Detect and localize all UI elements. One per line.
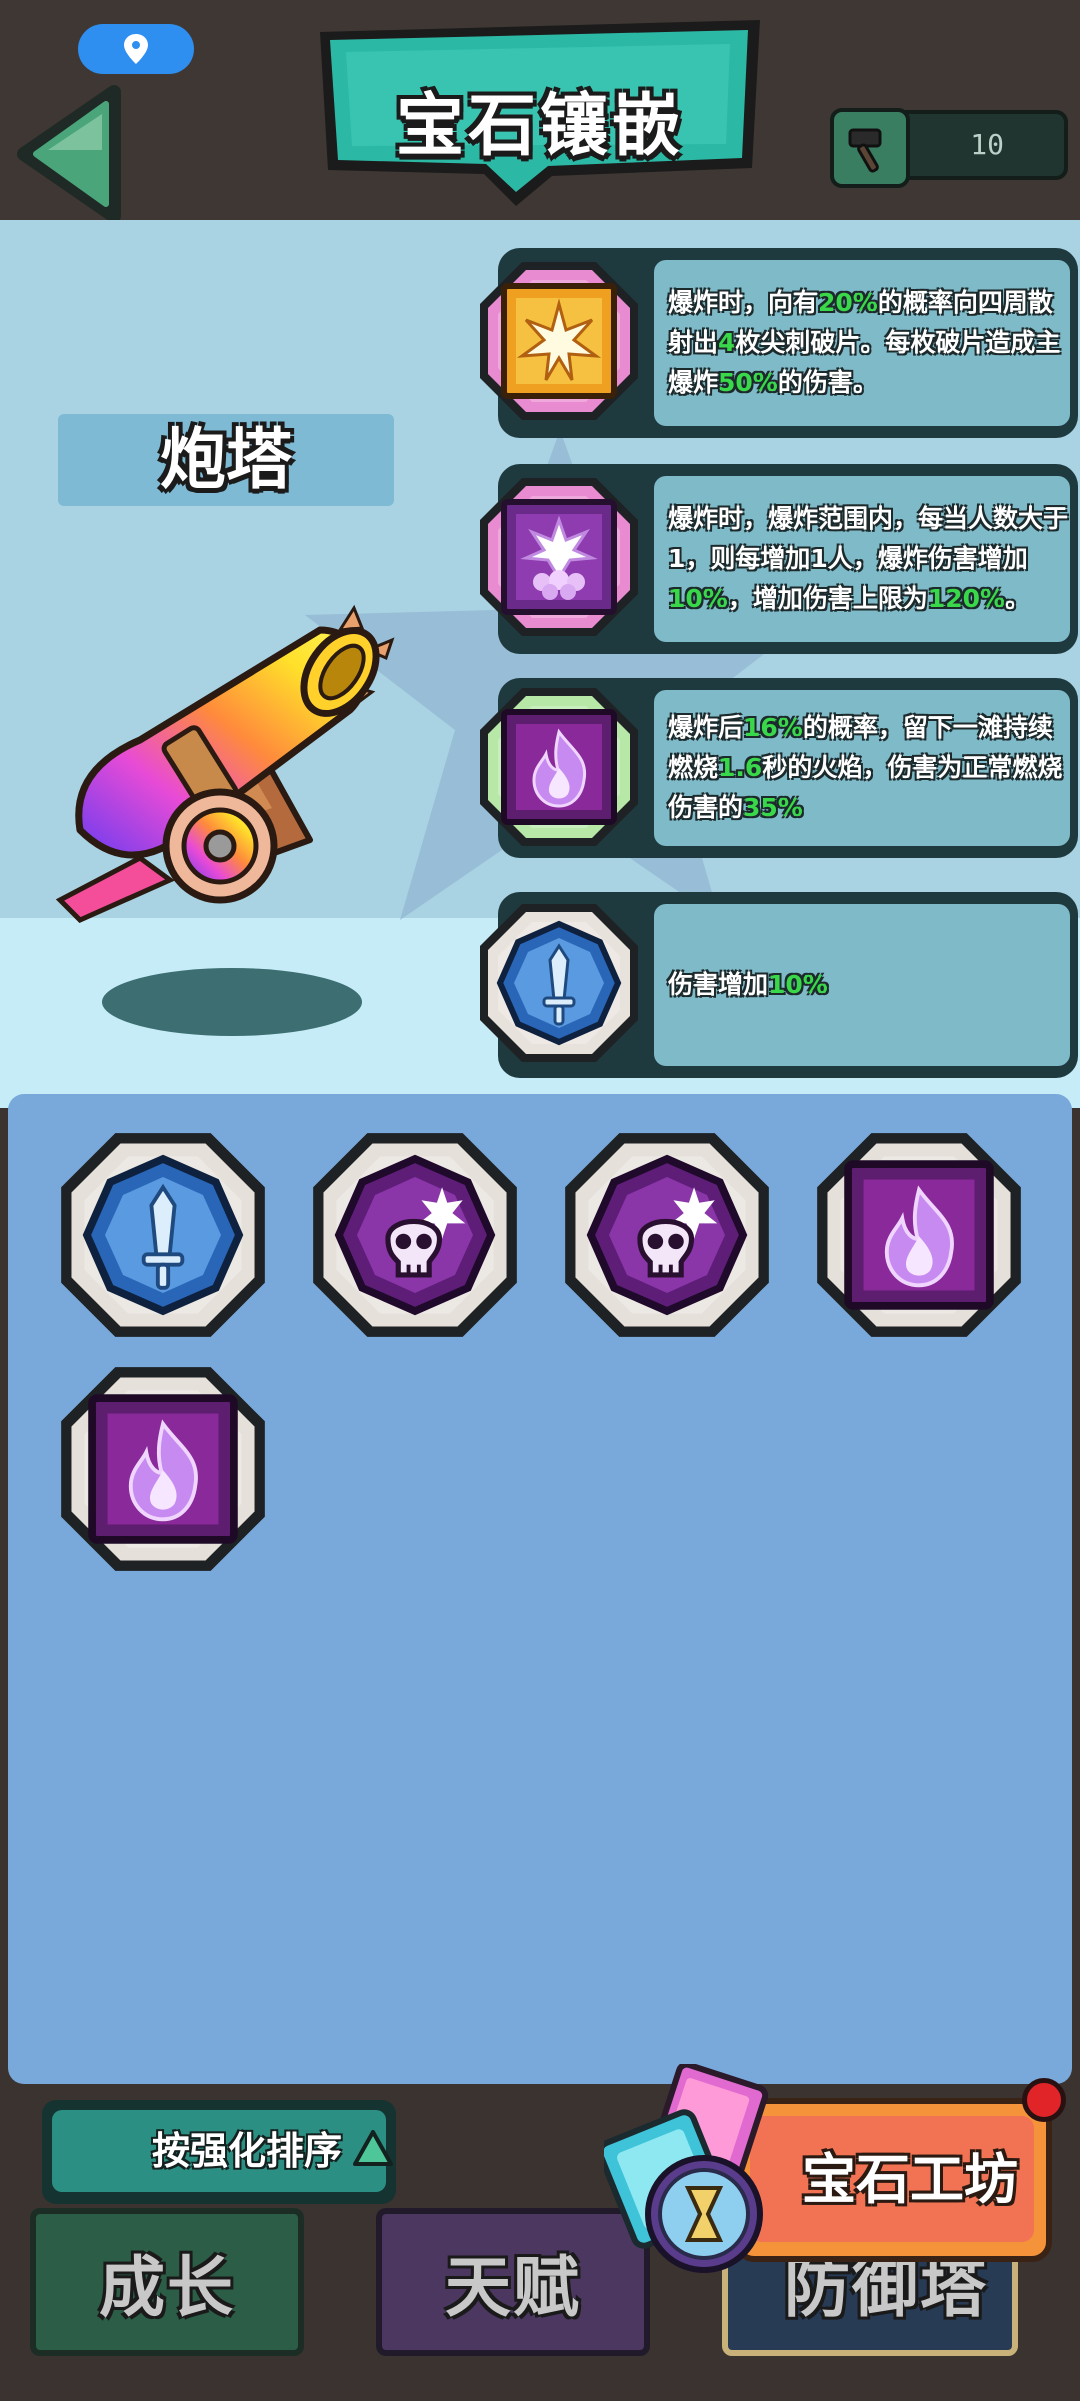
notification-dot xyxy=(1022,2078,1066,2122)
gem-stat-value: 10% xyxy=(668,584,728,613)
hammer-count: 10 xyxy=(970,128,1004,161)
gem-description-text: 的伤害。 xyxy=(777,368,878,397)
sort-by-enhancement-button[interactable]: 按强化排序 xyxy=(42,2100,396,2204)
sword-gem-icon[interactable] xyxy=(476,900,642,1066)
gem-stat-value: 16% xyxy=(743,713,803,742)
gem-description-text: 爆炸时，向有 xyxy=(668,288,819,317)
gem-stat-value: 4 xyxy=(718,328,736,357)
gem-stat-value: 20% xyxy=(818,288,878,317)
tower-shadow xyxy=(102,968,362,1036)
gem-description-text: 。 xyxy=(1005,584,1031,613)
crowd-burst-gem-icon[interactable] xyxy=(476,474,642,640)
gem-workshop-button[interactable]: 宝石工坊 xyxy=(734,2098,1052,2262)
gem-workshop-label: 宝石工坊 xyxy=(802,2148,1018,2211)
gem-description: 爆炸时，向有20%的概率向四周散射出4枚尖刺破片。每枚破片造成主爆炸50%的伤害… xyxy=(668,258,1070,428)
hammer-counter: 10 xyxy=(830,108,1068,188)
rainbow-cannon-icon xyxy=(55,604,395,923)
socketed-gem-row[interactable]: 爆炸后16%的概率，留下一滩持续燃烧1.6秒的火焰，伤害为正常燃烧伤害的35% xyxy=(480,678,1078,858)
skull-gem-icon[interactable] xyxy=(308,1128,522,1342)
gem-workshop-icon xyxy=(604,2064,769,2273)
tower-name: 炮塔 xyxy=(160,421,292,498)
skull-gem-icon[interactable] xyxy=(560,1128,774,1342)
back-arrow-icon[interactable] xyxy=(14,84,124,224)
gem-description: 爆炸后16%的概率，留下一滩持续燃烧1.6秒的火焰，伤害为正常燃烧伤害的35% xyxy=(668,688,1070,848)
triangle-up-icon xyxy=(353,2130,393,2166)
page-title: 宝石镶嵌 xyxy=(395,87,684,166)
gem-stat-value: 35% xyxy=(743,793,803,822)
location-pin-icon[interactable] xyxy=(78,24,194,74)
sort-button-face: 按强化排序 xyxy=(52,2110,393,2192)
socketed-gem-row[interactable]: 爆炸时，向有20%的概率向四周散射出4枚尖刺破片。每枚破片造成主爆炸50%的伤害… xyxy=(480,248,1078,438)
gem-description: 伤害增加10% xyxy=(668,902,1070,1068)
socketed-gem-row[interactable]: 爆炸时，爆炸范围内，每当人数大于1，则每增加1人，爆炸伤害增加 10%，增加伤害上… xyxy=(480,464,1078,654)
sort-button-label: 按强化排序 xyxy=(151,2129,342,2173)
golden-burst-gem-icon[interactable] xyxy=(476,258,642,424)
tab-growth-label: 成长 xyxy=(99,2249,235,2326)
flame-gem-icon[interactable] xyxy=(476,684,642,850)
gem-stat-value: 50% xyxy=(718,368,778,397)
gem-description: 爆炸时，爆炸范围内，每当人数大于1，则每增加1人，爆炸伤害增加 10%，增加伤害上… xyxy=(668,474,1070,644)
sword-gem-icon[interactable] xyxy=(56,1128,270,1342)
gem-stat-value: 10% xyxy=(768,970,828,999)
gem-stat-value: 120% xyxy=(927,584,1006,613)
socketed-gem-row[interactable]: 伤害增加10% xyxy=(480,892,1078,1078)
tab-growth[interactable]: 成长 xyxy=(30,2208,304,2356)
gem-description-text: 爆炸时，爆炸范围内，每当人数大于1，则每增加1人，爆炸伤害增加 xyxy=(668,504,1069,573)
gem-description-text: 伤害增加 xyxy=(668,970,769,999)
gem-description-text: 爆炸后 xyxy=(668,713,744,742)
gem-description-text: ，增加伤害上限为 xyxy=(727,584,928,613)
flame-gem-icon[interactable] xyxy=(812,1128,1026,1342)
flame-gem-icon[interactable] xyxy=(56,1362,270,1576)
hammer-icon xyxy=(830,108,910,188)
gem-stat-value: 1.6 xyxy=(718,753,763,782)
